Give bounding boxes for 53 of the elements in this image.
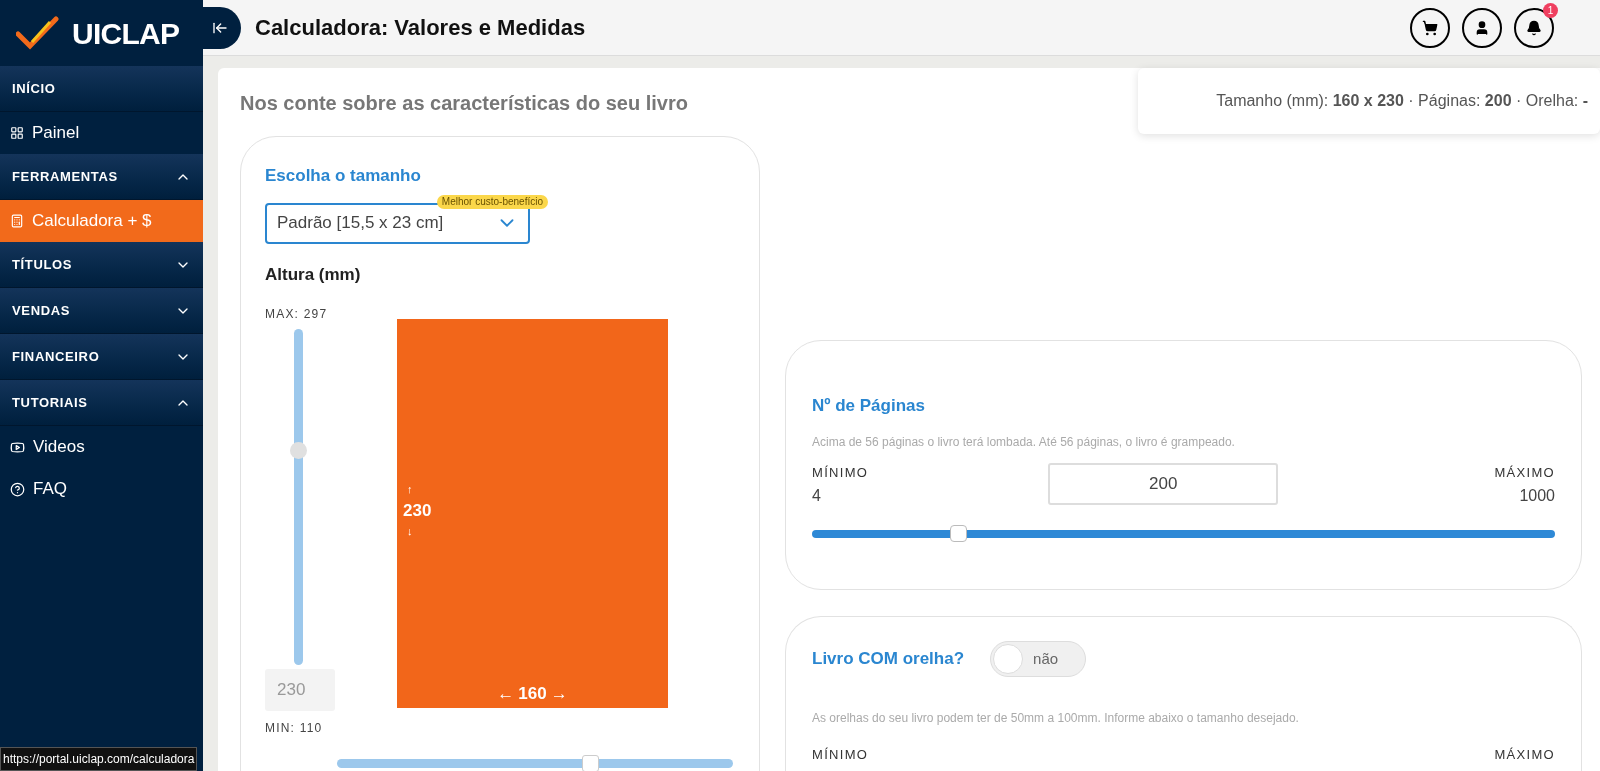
logo-icon	[16, 16, 60, 50]
sidebar-link[interactable]: Videos	[0, 426, 203, 468]
slider-thumb[interactable]	[582, 755, 600, 771]
calculator-icon	[10, 214, 24, 228]
max-value: 1000	[1519, 486, 1555, 506]
min-value: 4	[812, 486, 822, 506]
page-heading: Nos conte sobre as características do seu livro	[240, 91, 688, 116]
sidebar-section[interactable]: TUTORIAIS	[0, 380, 203, 426]
video-icon	[10, 439, 25, 455]
slider-thumb[interactable]	[950, 525, 968, 542]
max-label: MÁXIMO	[1494, 463, 1555, 482]
toggle-knob	[993, 644, 1024, 674]
hint-text: As orelhas do seu livro podem ter de 50mm a 100mm. Informe abaixo o tamanho desejado.	[812, 710, 1300, 727]
min-label: MÍNIMO	[812, 746, 869, 764]
card-title: Nº de Páginas	[812, 395, 926, 417]
pages-input[interactable]: 200	[1048, 462, 1279, 505]
flap-toggle[interactable]: não	[990, 641, 1087, 677]
user-icon	[1474, 19, 1490, 36]
max-label: MÁXIMO	[1494, 746, 1555, 764]
card-title: Escolha o tamanho	[265, 165, 422, 187]
link-url-tooltip: https://portal.uiclap.com/calculadora	[0, 747, 198, 771]
cart-button[interactable]	[1410, 7, 1450, 48]
cart-icon	[1422, 19, 1438, 36]
logo-text: UICLAP	[72, 15, 180, 52]
width-dimension: 160	[518, 682, 547, 705]
height-dimension: 230	[403, 499, 432, 522]
min-label: MÍNIMO	[812, 463, 869, 482]
max-label: MAX: 297	[265, 306, 329, 323]
card-title: Livro COM orelha?	[812, 648, 965, 671]
page-title: Calculadora: Valores e Medidas	[255, 14, 586, 42]
right-arrow-icon: →	[550, 680, 568, 706]
profile-button[interactable]	[1462, 7, 1502, 48]
pages-slider[interactable]	[812, 525, 1555, 543]
grid-icon	[10, 126, 24, 140]
hint-text: Acima de 56 páginas o livro terá lombada. Até 56 páginas, o livro é grampeado.	[812, 433, 1236, 451]
sidebar-section[interactable]: TÍTULOS	[0, 242, 203, 288]
up-arrow-icon: ↑	[407, 481, 413, 498]
sidebar-link[interactable]: FAQ	[0, 468, 203, 510]
left-arrow-icon: ←	[497, 680, 515, 706]
down-arrow-icon: ↓	[407, 523, 413, 540]
sidebar-link[interactable]: Painel	[0, 112, 203, 154]
sidebar-section[interactable]: VENDAS	[0, 288, 203, 334]
sidebar-section[interactable]: FINANCEIRO	[0, 334, 203, 380]
min-label: MIN: 110	[265, 720, 324, 737]
sidebar-section[interactable]: INÍCIO	[0, 66, 203, 112]
help-icon	[10, 481, 25, 497]
summary-card: Tamanho (mm): 160 x 230 · Páginas: 200 · Orelha: -	[1138, 68, 1600, 134]
slider-thumb[interactable]	[290, 441, 307, 459]
notification-badge: 1	[1543, 2, 1558, 18]
bell-icon	[1526, 19, 1542, 36]
height-label: Altura (mm)	[265, 263, 362, 286]
sidebar-section[interactable]: FERRAMENTAS	[0, 154, 203, 200]
best-value-badge: Melhor custo-benefício	[436, 194, 548, 209]
